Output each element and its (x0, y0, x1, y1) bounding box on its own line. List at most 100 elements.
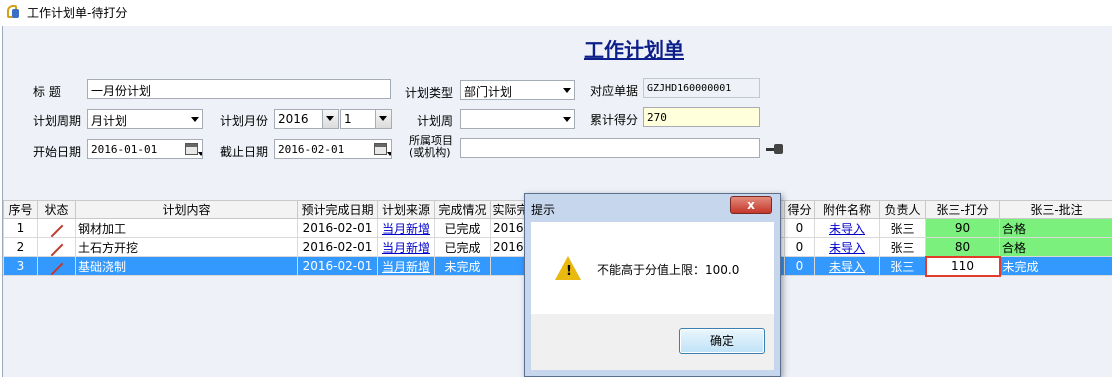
owner-cell: 张三 (879, 237, 926, 257)
plan-month-value: 1 (344, 112, 352, 126)
plan-content-cell[interactable]: 钢材加工 (75, 218, 298, 238)
title-field[interactable]: 一月份计划 (87, 79, 391, 99)
column-header[interactable]: 完成情况 (434, 200, 491, 219)
project-label-line2: (或机构) (409, 146, 451, 159)
source-cell[interactable]: 当月新增 (377, 256, 435, 276)
score-cell: 0 (784, 237, 815, 257)
end-date-label: 截止日期 (220, 145, 269, 159)
attachment-link[interactable]: 未导入 (829, 222, 865, 236)
dropdown-button[interactable] (375, 110, 391, 128)
column-header[interactable]: 负责人 (879, 200, 926, 219)
score-cell: 0 (784, 218, 815, 238)
row-number: 3 (3, 256, 38, 276)
owner-cell: 张三 (879, 256, 926, 276)
window-title: 工作计划单-待打分 (27, 5, 128, 20)
start-date-picker[interactable]: 2016-01-01 (87, 139, 203, 159)
completion-cell[interactable]: 已完成 (434, 218, 491, 238)
ref-doc-label: 对应单据 (590, 84, 639, 98)
plan-year-select[interactable]: 2016 (274, 109, 339, 129)
owner-cell: 张三 (879, 218, 926, 238)
attachment-link[interactable]: 未导入 (829, 241, 865, 255)
title-label: 标 题 (33, 85, 61, 99)
dialog-footer: 确定 (531, 314, 774, 370)
plan-cycle-label: 计划周期 (33, 114, 82, 128)
project-field[interactable] (460, 138, 760, 158)
plan-week-select[interactable] (460, 109, 575, 129)
chevron-down-icon (563, 117, 571, 122)
ref-doc-field: GZJHD160000001 (643, 78, 760, 98)
plan-cycle-select[interactable]: 月计划 (87, 109, 203, 129)
attachment-cell[interactable]: 未导入 (814, 256, 880, 276)
score-cell: 0 (784, 256, 815, 276)
note-cell[interactable]: 合格 (999, 237, 1112, 257)
pointing-hand-icon[interactable] (766, 144, 784, 154)
column-header[interactable]: 得分 (784, 200, 815, 219)
rating-edit-input[interactable]: 110 (924, 255, 1001, 277)
calendar-icon[interactable] (374, 143, 391, 156)
source-link[interactable]: 当月新增 (382, 260, 430, 274)
plan-content-cell[interactable]: 基础浇制 (75, 256, 298, 276)
form-heading-wrap: 工作计划单 (3, 34, 1112, 63)
end-date-picker[interactable]: 2016-02-01 (274, 139, 392, 159)
start-date-label: 开始日期 (33, 145, 82, 159)
chevron-down-icon (379, 116, 387, 121)
row-number: 1 (3, 218, 38, 238)
chevron-down-icon (326, 116, 334, 121)
due-date-cell[interactable]: 2016-02-01 (297, 218, 378, 238)
column-header[interactable]: 预计完成日期 (297, 200, 378, 219)
pencil-icon[interactable] (50, 224, 63, 237)
plan-month-select[interactable]: 1 (340, 109, 392, 129)
status-cell[interactable] (37, 237, 76, 257)
completion-cell[interactable]: 未完成 (434, 256, 491, 276)
attachment-link[interactable]: 未导入 (829, 260, 865, 274)
plan-month-label: 计划月份 (220, 114, 269, 128)
column-header[interactable]: 计划内容 (75, 200, 298, 219)
app-logo-icon (5, 4, 21, 20)
column-header[interactable]: 张三-批注 (999, 200, 1112, 219)
rating-cell[interactable]: 90 (925, 218, 1000, 238)
due-date-cell[interactable]: 2016-02-01 (297, 256, 378, 276)
window-titlebar: 工作计划单-待打分 (0, 0, 1112, 24)
row-number: 2 (3, 237, 38, 257)
due-date-cell[interactable]: 2016-02-01 (297, 237, 378, 257)
completion-cell[interactable]: 已完成 (434, 237, 491, 257)
dialog-title: 提示 (531, 203, 556, 217)
rating-cell[interactable]: 80 (925, 237, 1000, 257)
pencil-icon[interactable] (50, 262, 63, 275)
dropdown-button[interactable] (322, 110, 338, 128)
end-date-value: 2016-02-01 (278, 143, 345, 156)
status-cell[interactable] (37, 256, 76, 276)
source-cell[interactable]: 当月新增 (377, 237, 435, 257)
column-header[interactable]: 序号 (3, 200, 38, 219)
start-date-value: 2016-01-01 (91, 143, 158, 156)
plan-cycle-value: 月计划 (91, 114, 128, 128)
attachment-cell[interactable]: 未导入 (814, 237, 880, 257)
plan-year-value: 2016 (278, 112, 309, 126)
attachment-cell[interactable]: 未导入 (814, 218, 880, 238)
calendar-icon[interactable] (185, 143, 202, 156)
source-link[interactable]: 当月新增 (382, 241, 430, 255)
cumulative-score-label: 累计得分 (590, 113, 639, 127)
close-button[interactable]: x (730, 196, 772, 214)
column-header[interactable]: 状态 (37, 200, 76, 219)
chevron-down-icon (191, 117, 199, 122)
column-header[interactable]: 张三-打分 (925, 200, 1000, 219)
plan-type-label: 计划类型 (405, 86, 454, 100)
note-cell[interactable]: 合格 (999, 218, 1112, 238)
status-cell[interactable] (37, 218, 76, 238)
note-cell[interactable]: 未完成 (999, 256, 1112, 276)
dialog-message: 不能高于分值上限：100.0 (597, 263, 740, 277)
plan-type-select[interactable]: 部门计划 (460, 80, 575, 100)
source-cell[interactable]: 当月新增 (377, 218, 435, 238)
plan-content-cell[interactable]: 土石方开挖 (75, 237, 298, 257)
pencil-icon[interactable] (50, 243, 63, 256)
ok-button[interactable]: 确定 (679, 328, 765, 354)
form-heading: 工作计划单 (584, 38, 684, 62)
warning-dialog: 提示 x ! 不能高于分值上限：100.0 确定 (524, 193, 781, 377)
close-icon: x (747, 198, 755, 212)
source-link[interactable]: 当月新增 (382, 222, 430, 236)
chevron-down-icon (563, 88, 571, 93)
column-header[interactable]: 计划来源 (377, 200, 435, 219)
column-header[interactable]: 附件名称 (814, 200, 880, 219)
plan-week-label: 计划周 (417, 114, 454, 128)
